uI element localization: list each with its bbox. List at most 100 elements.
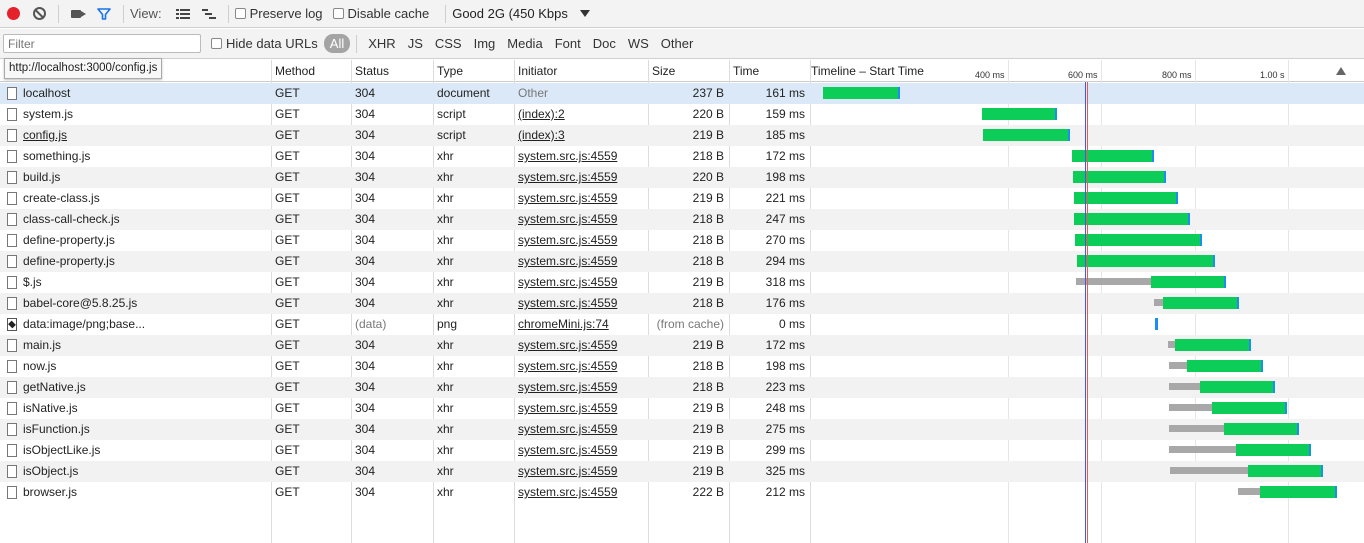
request-name[interactable]: isObject.js <box>23 461 268 482</box>
request-name[interactable]: data:image/png;base... <box>23 314 268 335</box>
record-button[interactable] <box>0 0 26 28</box>
request-name[interactable]: config.js <box>23 125 268 146</box>
table-row[interactable]: main.js GET 304 xhr system.src.js:4559 2… <box>0 335 1364 356</box>
hide-data-urls-checkbox[interactable]: Hide data URLs <box>211 36 318 51</box>
initiator-link[interactable]: system.src.js:4559 <box>518 209 646 230</box>
request-name[interactable]: isNative.js <box>23 398 268 419</box>
request-name[interactable]: isFunction.js <box>23 419 268 440</box>
timeline-bar <box>1075 234 1202 246</box>
column-header-timeline[interactable]: Timeline – Start Time <box>808 60 924 82</box>
request-name[interactable]: $.js <box>23 272 268 293</box>
request-name[interactable]: build.js <box>23 167 268 188</box>
table-row[interactable]: isFunction.js GET 304 xhr system.src.js:… <box>0 419 1364 440</box>
request-name[interactable]: create-class.js <box>23 188 268 209</box>
timeline-wait-bar <box>1169 446 1237 453</box>
initiator-link[interactable]: system.src.js:4559 <box>518 461 646 482</box>
request-name[interactable]: class-call-check.js <box>23 209 268 230</box>
column-header-initiator[interactable]: Initiator <box>515 60 557 82</box>
large-rows-button[interactable] <box>170 0 196 28</box>
initiator-link[interactable]: system.src.js:4559 <box>518 398 646 419</box>
type-filter-css[interactable]: CSS <box>430 34 467 53</box>
request-size: 218 B <box>692 296 724 310</box>
table-row[interactable]: isObject.js GET 304 xhr system.src.js:45… <box>0 461 1364 482</box>
hide-data-urls-label: Hide data URLs <box>226 36 318 51</box>
request-method: GET <box>275 443 300 457</box>
type-filter-other[interactable]: Other <box>656 34 699 53</box>
table-header: Method Status Type Initiator Size Time T… <box>0 60 1364 82</box>
type-filter-all[interactable]: All <box>323 34 351 53</box>
table-row[interactable]: now.js GET 304 xhr system.src.js:4559 21… <box>0 356 1364 377</box>
filter-toggle-button[interactable] <box>91 0 117 28</box>
sort-ascending-icon[interactable] <box>1336 67 1346 75</box>
initiator-link[interactable]: system.src.js:4559 <box>518 251 646 272</box>
table-row[interactable]: $.js GET 304 xhr system.src.js:4559 219 … <box>0 272 1364 293</box>
request-name[interactable]: main.js <box>23 335 268 356</box>
checkbox-box[interactable] <box>211 38 222 49</box>
capture-screenshots-button[interactable] <box>65 0 91 28</box>
table-row[interactable]: browser.js GET 304 xhr system.src.js:455… <box>0 482 1364 503</box>
request-status: 304 <box>355 149 376 163</box>
column-header-type[interactable]: Type <box>434 60 463 82</box>
type-filter-media[interactable]: Media <box>502 34 547 53</box>
table-row[interactable]: system.js GET 304 script (index):2 220 B… <box>0 104 1364 125</box>
initiator-link[interactable]: system.src.js:4559 <box>518 440 646 461</box>
table-row[interactable]: config.js GET 304 script (index):3 219 B… <box>0 125 1364 146</box>
table-row[interactable]: isObjectLike.js GET 304 xhr system.src.j… <box>0 440 1364 461</box>
initiator-link[interactable]: system.src.js:4559 <box>518 167 646 188</box>
table-row[interactable]: isNative.js GET 304 xhr system.src.js:45… <box>0 398 1364 419</box>
request-name[interactable]: define-property.js <box>23 230 268 251</box>
type-filter-doc[interactable]: Doc <box>588 34 621 53</box>
request-name[interactable]: getNative.js <box>23 377 268 398</box>
request-name[interactable]: now.js <box>23 356 268 377</box>
clear-button[interactable] <box>26 0 52 28</box>
initiator-link[interactable]: system.src.js:4559 <box>518 146 646 167</box>
table-row[interactable]: data:image/png;base... GET (data) png ch… <box>0 314 1364 335</box>
table-row[interactable]: define-property.js GET 304 xhr system.sr… <box>0 230 1364 251</box>
table-row[interactable]: build.js GET 304 xhr system.src.js:4559 … <box>0 167 1364 188</box>
type-filter-js[interactable]: JS <box>403 34 428 53</box>
initiator-link[interactable]: (index):2 <box>518 104 646 125</box>
initiator-link[interactable]: system.src.js:4559 <box>518 293 646 314</box>
table-row[interactable]: something.js GET 304 xhr system.src.js:4… <box>0 146 1364 167</box>
preserve-log-checkbox[interactable]: Preserve log <box>234 6 323 21</box>
type-filter-xhr[interactable]: XHR <box>363 34 400 53</box>
xhr-file-icon <box>7 339 17 352</box>
request-name[interactable]: define-property.js <box>23 251 268 272</box>
disable-cache-checkbox[interactable]: Disable cache <box>332 6 429 21</box>
table-row[interactable]: create-class.js GET 304 xhr system.src.j… <box>0 188 1364 209</box>
table-row[interactable]: class-call-check.js GET 304 xhr system.s… <box>0 209 1364 230</box>
initiator-link[interactable]: system.src.js:4559 <box>518 335 646 356</box>
request-name[interactable]: something.js <box>23 146 268 167</box>
column-header-method[interactable]: Method <box>272 60 315 82</box>
checkbox-box[interactable] <box>234 8 246 19</box>
initiator-link[interactable]: system.src.js:4559 <box>518 377 646 398</box>
type-filter-font[interactable]: Font <box>550 34 586 53</box>
initiator-link[interactable]: system.src.js:4559 <box>518 188 646 209</box>
throttling-select[interactable]: Good 2G (450 Kbps <box>452 6 590 21</box>
request-name[interactable]: browser.js <box>23 482 268 503</box>
initiator-link[interactable]: system.src.js:4559 <box>518 356 646 377</box>
column-header-status[interactable]: Status <box>352 60 389 82</box>
request-name[interactable]: babel-core@5.8.25.js <box>23 293 268 314</box>
type-filter-ws[interactable]: WS <box>623 34 654 53</box>
request-name[interactable]: system.js <box>23 104 268 125</box>
request-method: GET <box>275 359 300 373</box>
column-header-size[interactable]: Size <box>649 60 675 82</box>
type-filter-img[interactable]: Img <box>469 34 501 53</box>
filter-input[interactable] <box>3 34 201 53</box>
initiator-link[interactable]: system.src.js:4559 <box>518 482 646 503</box>
checkbox-box[interactable] <box>332 8 344 19</box>
table-row[interactable]: define-property.js GET 304 xhr system.sr… <box>0 251 1364 272</box>
initiator-link[interactable]: system.src.js:4559 <box>518 419 646 440</box>
initiator-link[interactable]: system.src.js:4559 <box>518 272 646 293</box>
request-name[interactable]: isObjectLike.js <box>23 440 268 461</box>
table-row[interactable]: babel-core@5.8.25.js GET 304 xhr system.… <box>0 293 1364 314</box>
table-row[interactable]: getNative.js GET 304 xhr system.src.js:4… <box>0 377 1364 398</box>
initiator-link[interactable]: (index):3 <box>518 125 646 146</box>
initiator-link[interactable]: system.src.js:4559 <box>518 230 646 251</box>
table-row[interactable]: localhost GET 304 document Other 237 B 1… <box>0 83 1364 104</box>
column-header-time[interactable]: Time <box>730 60 759 82</box>
request-name[interactable]: localhost <box>23 83 268 104</box>
overview-button[interactable] <box>196 0 222 28</box>
initiator-link[interactable]: chromeMini.js:74 <box>518 314 646 335</box>
